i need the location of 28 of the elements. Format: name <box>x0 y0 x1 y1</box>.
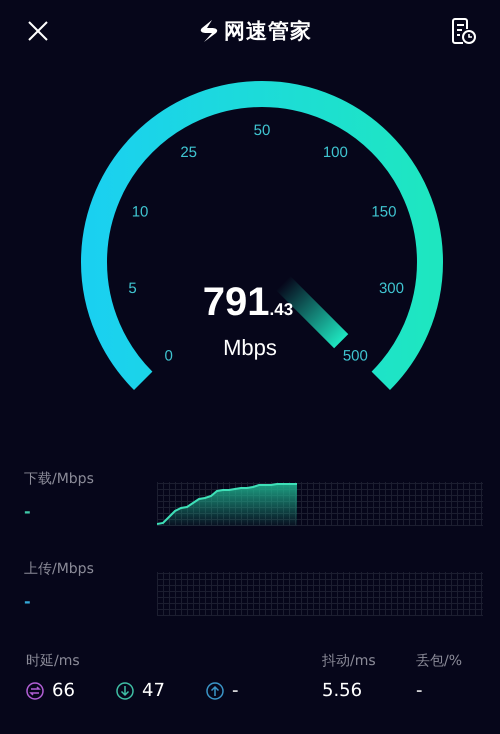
close-icon[interactable] <box>26 19 50 43</box>
scale-label: 50 <box>254 122 270 139</box>
latency-label: 时延/ms <box>26 652 81 670</box>
graph-label: 下载/Mbps <box>24 470 94 488</box>
scale-label: 150 <box>371 203 396 220</box>
swap-arrows-icon <box>26 682 44 700</box>
latency-value: 66 <box>52 680 75 701</box>
scale-label: 5 <box>128 280 137 297</box>
graph-label: 上传/Mbps <box>24 560 94 578</box>
logo-icon <box>198 19 220 43</box>
latency-value: - <box>232 680 238 701</box>
scale-label: 300 <box>378 280 404 297</box>
scale-label: 10 <box>132 203 148 220</box>
jitter-value: 5.56 <box>322 680 364 701</box>
speed-unit: Mbps <box>223 335 277 360</box>
speed-reading: - <box>24 592 32 611</box>
scale-label: 25 <box>180 144 197 162</box>
scale-label: 0 <box>164 347 173 364</box>
history-icon[interactable] <box>450 17 476 45</box>
scale-label: 500 <box>342 347 368 364</box>
speed-reading: - <box>24 502 32 521</box>
latency-value: 47 <box>142 680 165 701</box>
scale-label: 100 <box>322 144 348 162</box>
packet-loss-value: - <box>416 680 424 701</box>
packet-loss-label: 丢包/% <box>416 652 462 670</box>
app-title: 网速管家 <box>224 18 312 45</box>
jitter-label: 抖动/ms <box>322 652 377 670</box>
speed-value: 791.43 <box>202 280 294 324</box>
